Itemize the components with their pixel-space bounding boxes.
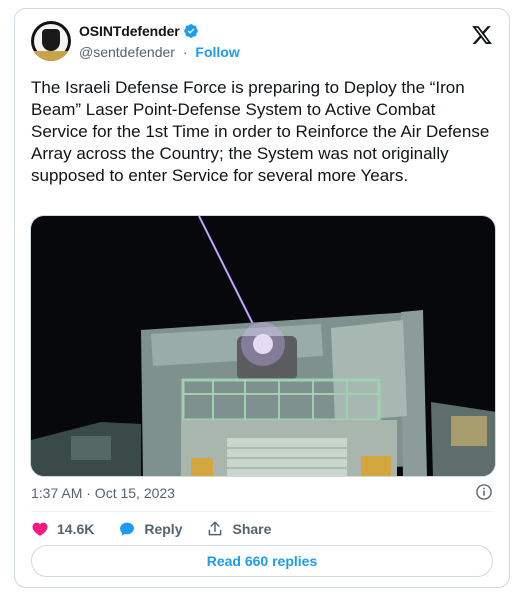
heart-icon (32, 522, 48, 536)
name-row: OSINTdefender (79, 23, 199, 39)
read-replies-button[interactable]: Read 660 replies (31, 545, 493, 577)
like-count: 14.6K (57, 521, 95, 537)
like-button[interactable]: 14.6K (31, 520, 94, 538)
avatar[interactable] (31, 21, 71, 61)
handle-separator: · (182, 44, 188, 60)
share-label: Share (232, 521, 272, 537)
display-name[interactable]: OSINTdefender (79, 23, 180, 39)
reply-bubble-icon (120, 522, 135, 536)
handle[interactable]: @sentdefender (79, 44, 175, 60)
x-logo-icon[interactable] (471, 24, 493, 46)
reply-label: Reply (144, 521, 183, 537)
reply-button[interactable]: Reply (118, 520, 182, 538)
tweet-media-image[interactable] (30, 215, 496, 477)
laser-system-photo (31, 216, 495, 476)
tweet-text: The Israeli Defense Force is preparing t… (31, 78, 490, 185)
avatar-mark (42, 29, 60, 51)
divider (31, 511, 493, 512)
tweet-card: OSINTdefender @sentdefender · Follow The… (14, 8, 510, 588)
avatar-band (31, 51, 71, 61)
follow-button[interactable]: Follow (195, 44, 239, 60)
share-icon (209, 521, 222, 536)
tweet-timestamp[interactable]: 1:37 AM · Oct 15, 2023 (31, 485, 175, 501)
handle-row: @sentdefender · Follow (79, 44, 240, 60)
tweet-header: OSINTdefender @sentdefender · Follow (31, 21, 493, 69)
verified-badge-icon (183, 24, 198, 38)
info-icon[interactable] (475, 483, 493, 501)
share-button[interactable]: Share (206, 520, 271, 538)
action-bar: 14.6K Reply Share (31, 517, 295, 541)
